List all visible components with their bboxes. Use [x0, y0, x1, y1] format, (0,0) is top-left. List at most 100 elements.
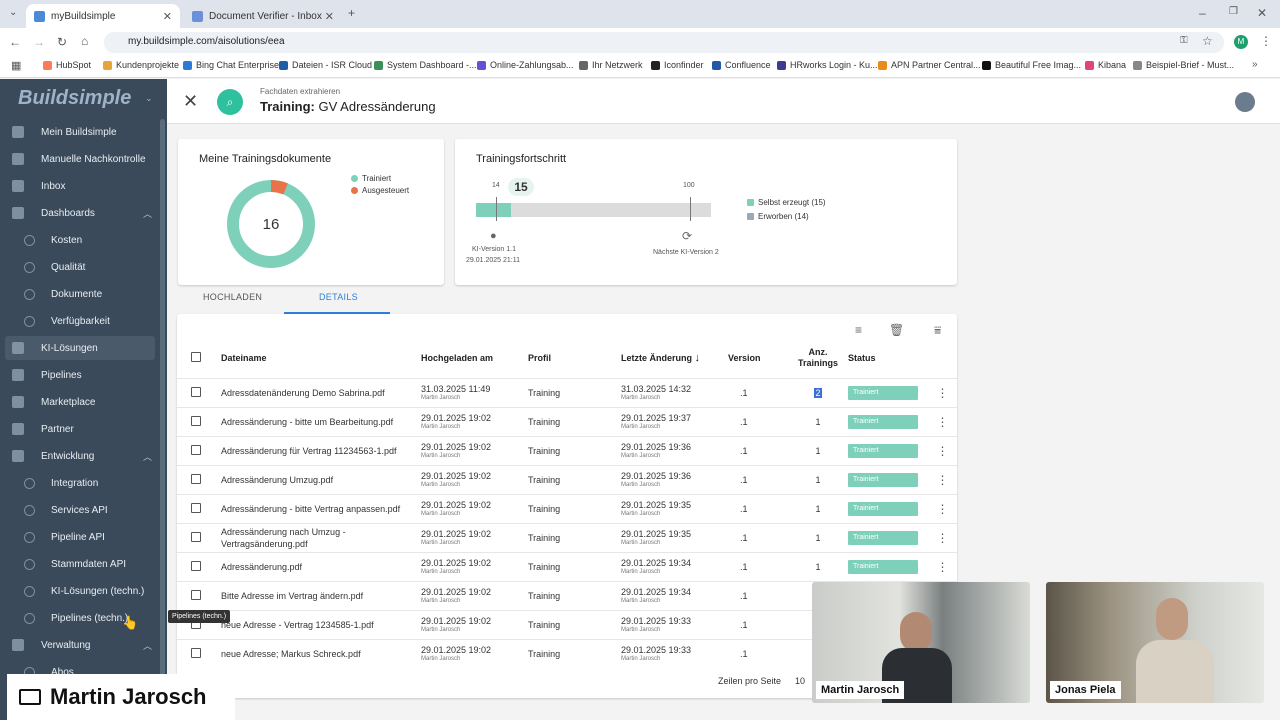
minimize-icon[interactable]: – — [1199, 6, 1206, 20]
maximize-icon[interactable]: ❐ — [1229, 6, 1238, 17]
close-icon[interactable]: ✕ — [183, 91, 198, 112]
col-trainings[interactable]: Anz. Trainings — [788, 338, 848, 378]
row-menu-icon[interactable]: ⋮ — [928, 522, 957, 552]
cell-filename[interactable]: Adressänderung - bitte um Bearbeitung.pd… — [221, 406, 421, 436]
row-checkbox[interactable] — [191, 444, 201, 455]
sidebar-item-manuelle-nachkontrolle[interactable]: Manuelle Nachkontrolle — [0, 147, 158, 171]
row-checkbox[interactable] — [191, 473, 201, 484]
col-filename[interactable]: Dateiname — [221, 338, 421, 378]
browser-menu-icon[interactable]: ⋮ — [1260, 34, 1272, 48]
sidebar-item-services-api[interactable]: Services API — [0, 498, 158, 522]
row-checkbox[interactable] — [191, 589, 201, 600]
sidebar-item-pipeline-api[interactable]: Pipeline API — [0, 525, 158, 549]
bookmark-item[interactable]: Ihr Netzwerk — [579, 60, 643, 70]
sidebar-item-verwaltung[interactable]: Verwaltung ︿ — [0, 633, 158, 657]
table-row[interactable]: Adressänderung - bitte Vertrag anpassen.… — [177, 493, 957, 523]
bookmark-item[interactable]: HubSpot — [43, 60, 91, 70]
sidebar-item-partner[interactable]: Partner — [0, 417, 158, 441]
sidebar-item-marketplace[interactable]: Marketplace — [0, 390, 158, 414]
row-checkbox[interactable] — [191, 560, 201, 571]
sidebar-item-ki-loesungen-techn[interactable]: KI-Lösungen (techn.) — [0, 579, 158, 603]
column-settings-icon[interactable]: ≡ — [855, 323, 862, 337]
table-row[interactable]: Adressänderung nach Umzug - Vertragsände… — [177, 522, 957, 552]
col-profile[interactable]: Profil — [528, 338, 621, 378]
table-row[interactable]: Adressänderung.pdf 29.01.2025 19:02 Martin… — [177, 551, 957, 581]
reload-icon[interactable]: ↻ — [57, 35, 67, 49]
table-row[interactable]: Adressänderung für Vertrag 11234563-1.pd… — [177, 435, 957, 465]
sidebar-item-integration[interactable]: Integration — [0, 471, 158, 495]
password-key-icon[interactable]: ⚿ — [1180, 35, 1188, 46]
video-tile-martin[interactable]: Martin Jarosch — [812, 582, 1030, 703]
select-all-checkbox[interactable] — [191, 351, 201, 362]
apps-grid-icon[interactable]: ▦ — [11, 59, 21, 72]
table-row[interactable]: Adressänderung - bitte um Bearbeitung.pd… — [177, 406, 957, 436]
filter-icon[interactable]: ⩸ — [934, 323, 941, 338]
col-version[interactable]: Version — [728, 338, 788, 378]
row-checkbox[interactable] — [191, 502, 201, 513]
more-bookmarks-icon[interactable]: » — [1252, 59, 1258, 70]
cell-filename[interactable]: Adressänderung nach Umzug - Vertragsände… — [221, 522, 421, 552]
bookmark-item[interactable]: Iconfinder — [651, 60, 704, 70]
bookmark-item[interactable]: Online-Zahlungsab... — [477, 60, 574, 70]
browser-tab-verifier[interactable]: Document Verifier - Inbox ✕ — [184, 4, 342, 28]
close-window-icon[interactable]: ✕ — [1257, 6, 1267, 20]
close-tab-icon[interactable]: ✕ — [163, 10, 172, 23]
bookmark-item[interactable]: APN Partner Central... — [878, 60, 981, 70]
sidebar-item-ki-loesungen[interactable]: KI-Lösungen — [5, 336, 155, 360]
cell-filename[interactable]: Adressänderung.pdf — [221, 551, 421, 581]
row-menu-icon[interactable]: ⋮ — [928, 377, 957, 407]
rows-per-page-select[interactable]: 10 — [795, 676, 805, 686]
cell-filename[interactable]: Adressdatenänderung Demo Sabrina.pdf — [221, 377, 421, 407]
browser-tab-buildsimple[interactable]: myBuildsimple ✕ — [26, 4, 180, 28]
url-input[interactable]: my.buildsimple.com/aisolutions/eea — [104, 32, 1224, 53]
table-row[interactable]: Adressänderung Umzug.pdf 29.01.2025 19:02… — [177, 464, 957, 494]
table-row[interactable]: Adressdatenänderung Demo Sabrina.pdf 31.0… — [177, 377, 957, 407]
row-menu-icon[interactable]: ⋮ — [928, 464, 957, 494]
bookmark-item[interactable]: HRworks Login - Ku... — [777, 60, 878, 70]
row-checkbox[interactable] — [191, 415, 201, 426]
row-menu-icon[interactable]: ⋮ — [928, 435, 957, 465]
home-icon[interactable]: ⌂ — [81, 34, 88, 48]
bookmark-item[interactable]: Confluence — [712, 60, 771, 70]
buildsimple-logo[interactable]: Buildsimple — [18, 87, 131, 110]
close-tab-icon[interactable]: ✕ — [325, 10, 334, 23]
sidebar-item-mein-buildsimple[interactable]: Mein Buildsimple — [0, 120, 158, 144]
sidebar-scrollbar[interactable] — [160, 119, 165, 679]
sidebar-item-entwicklung[interactable]: Entwicklung ︿ — [0, 444, 158, 468]
row-checkbox[interactable] — [191, 386, 201, 397]
forward-icon[interactable]: → — [33, 35, 45, 49]
sidebar-item-inbox[interactable]: Inbox — [0, 174, 158, 198]
sidebar-item-stammdaten-api[interactable]: Stammdaten API — [0, 552, 158, 576]
profile-avatar[interactable]: M — [1234, 35, 1248, 49]
col-last-changed[interactable]: Letzte Änderung ↓ — [621, 338, 728, 378]
sidebar-item-kosten[interactable]: Kosten — [0, 228, 158, 252]
bookmark-item[interactable]: Kundenprojekte — [103, 60, 179, 70]
video-tile-jonas[interactable]: Jonas Piela — [1046, 582, 1264, 703]
bookmark-item[interactable]: Dateien - ISR Cloud — [279, 60, 372, 70]
cell-filename[interactable]: Adressänderung Umzug.pdf — [221, 464, 421, 494]
sidebar-item-dokumente[interactable]: Dokumente — [0, 282, 158, 306]
row-menu-icon[interactable]: ⋮ — [928, 493, 957, 523]
bookmark-item[interactable]: Bing Chat Enterprise — [183, 60, 279, 70]
tab-search-icon[interactable]: ⌄ — [9, 7, 17, 18]
tab-hochladen[interactable]: HOCHLADEN — [203, 292, 262, 302]
cell-filename[interactable]: neue Adresse - Vertrag 1234585-1.pdf — [221, 609, 421, 639]
tab-details[interactable]: DETAILS — [319, 292, 358, 302]
cell-filename[interactable]: Bitte Adresse im Vertrag ändern.pdf — [221, 580, 421, 610]
logo-chevron-down-icon[interactable]: ⌄ — [145, 93, 153, 104]
bookmark-item[interactable]: Beautiful Free Imag... — [982, 60, 1081, 70]
delete-trash-icon[interactable]: 🗑 — [889, 323, 904, 337]
sidebar-item-qualitaet[interactable]: Qualität — [0, 255, 158, 279]
cell-filename[interactable]: Adressänderung - bitte Vertrag anpassen.… — [221, 493, 421, 523]
cell-filename[interactable]: neue Adresse; Markus Schreck.pdf — [221, 638, 421, 668]
row-menu-icon[interactable]: ⋮ — [928, 406, 957, 436]
sidebar-item-dashboards[interactable]: Dashboards ︿ — [0, 201, 158, 225]
bookmark-item[interactable]: System Dashboard -... — [374, 60, 477, 70]
bookmark-star-icon[interactable]: ☆ — [1202, 34, 1213, 48]
cell-filename[interactable]: Adressänderung für Vertrag 11234563-1.pd… — [221, 435, 421, 465]
sidebar-item-verfuegbarkeit[interactable]: Verfügbarkeit — [0, 309, 158, 333]
sidebar-item-pipelines[interactable]: Pipelines — [0, 363, 158, 387]
user-avatar[interactable] — [1235, 92, 1255, 112]
back-icon[interactable]: ← — [9, 35, 21, 49]
row-menu-icon[interactable]: ⋮ — [928, 551, 957, 581]
